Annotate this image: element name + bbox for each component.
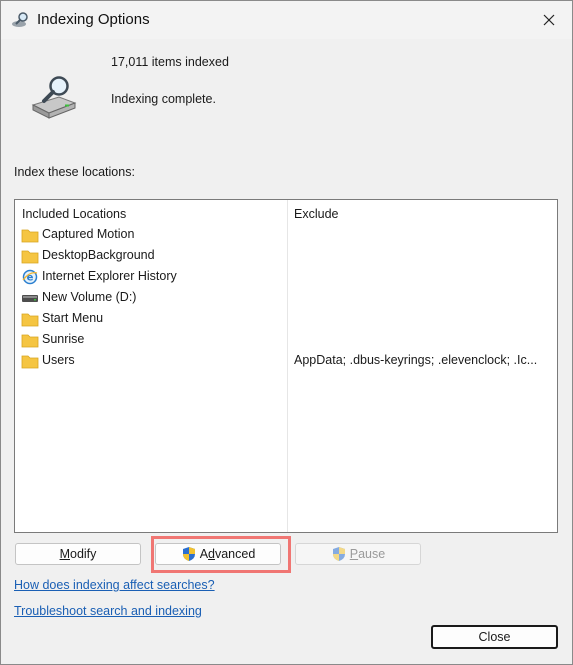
indexing-options-icon xyxy=(12,12,28,27)
list-item[interactable]: New Volume (D:) xyxy=(15,288,557,309)
internet-explorer-icon: e xyxy=(22,269,38,285)
location-name: Users xyxy=(42,353,75,367)
folder-icon xyxy=(21,250,39,264)
close-icon xyxy=(543,14,555,26)
pause-label: ause xyxy=(358,547,386,561)
list-item[interactable]: Captured Motion xyxy=(15,225,557,246)
location-exclude: AppData; .dbus-keyrings; .elevenclock; .… xyxy=(294,353,538,367)
column-header-exclude[interactable]: Exclude xyxy=(294,207,338,221)
list-item[interactable]: Sunrise xyxy=(15,330,557,351)
folder-icon xyxy=(21,229,39,243)
pause-button[interactable]: Pause xyxy=(295,543,421,565)
close-button[interactable]: Close xyxy=(431,625,558,649)
advanced-highlight xyxy=(151,536,291,573)
location-name: New Volume (D:) xyxy=(42,290,137,304)
drive-icon xyxy=(22,295,38,302)
modify-label: odify xyxy=(70,547,97,561)
location-name: Internet Explorer History xyxy=(42,269,177,283)
items-indexed-count: 17,011 items indexed xyxy=(111,55,229,69)
window-close-button[interactable] xyxy=(534,5,564,35)
location-name: DesktopBackground xyxy=(42,248,155,262)
indexing-options-window: Indexing Options 17,011 items indexed In… xyxy=(0,0,573,665)
pause-accel: P xyxy=(349,547,359,561)
modify-button[interactable]: Modify xyxy=(15,543,141,565)
folder-icon xyxy=(21,334,39,348)
modify-accel: M xyxy=(59,547,70,561)
indexing-drive-search-icon xyxy=(31,76,77,119)
list-item[interactable]: e Internet Explorer History xyxy=(15,267,557,288)
folder-icon xyxy=(21,313,39,327)
locations-list[interactable]: Included Locations Exclude Captured Moti… xyxy=(14,199,558,533)
title-bar: Indexing Options xyxy=(1,1,572,39)
window-title: Indexing Options xyxy=(37,11,150,28)
location-name: Sunrise xyxy=(42,332,85,346)
troubleshoot-link[interactable]: Troubleshoot search and indexing xyxy=(14,604,202,618)
folder-icon xyxy=(21,355,39,369)
index-locations-label: Index these locations: xyxy=(14,165,135,179)
list-item[interactable]: DesktopBackground xyxy=(15,246,557,267)
location-name: Captured Motion xyxy=(42,227,135,241)
list-item[interactable]: Start Menu xyxy=(15,309,557,330)
column-header-included[interactable]: Included Locations xyxy=(22,207,126,221)
indexing-status: Indexing complete. xyxy=(111,92,216,106)
indexing-help-link[interactable]: How does indexing affect searches? xyxy=(14,578,215,592)
list-item[interactable]: Users AppData; .dbus-keyrings; .elevencl… xyxy=(15,351,557,372)
location-name: Start Menu xyxy=(42,311,104,325)
uac-shield-icon xyxy=(332,547,345,561)
